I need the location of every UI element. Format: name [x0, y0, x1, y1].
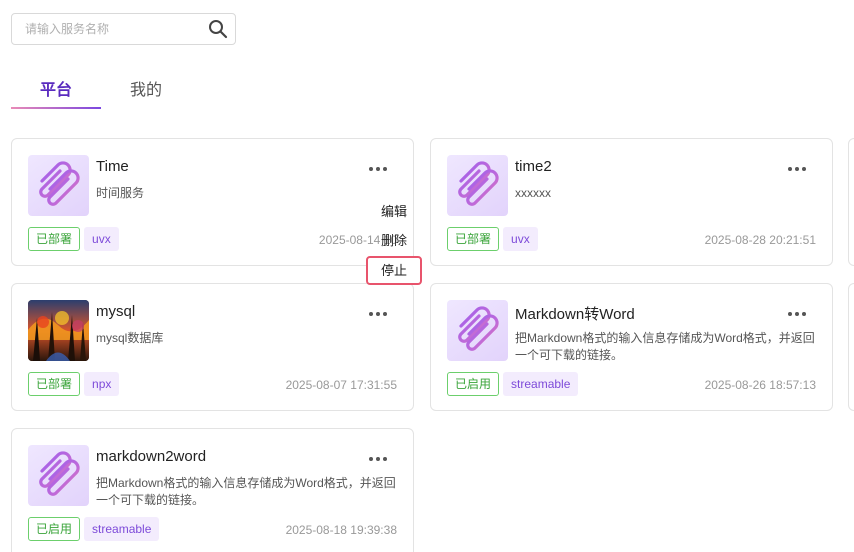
- service-card[interactable]: mysql mysql数据库 已部署 npx 2025-08-07 17:31:…: [11, 283, 414, 411]
- service-description: xxxxxx: [515, 186, 551, 200]
- service-title: Markdown转Word: [515, 306, 635, 323]
- forest-image-icon: [28, 300, 89, 361]
- badge-row: 已部署 uvx: [447, 227, 538, 251]
- badge-row: 已启用 streamable: [28, 517, 160, 541]
- more-options-icon[interactable]: [369, 309, 389, 319]
- status-badge: 已启用: [447, 372, 500, 396]
- type-badge: uvx: [84, 227, 119, 251]
- service-description: 时间服务: [96, 186, 145, 200]
- service-title: markdown2word: [96, 448, 207, 465]
- service-date: 2025-08-18 19:39:38: [285, 523, 397, 537]
- paperclip-icon: [39, 161, 80, 206]
- service-logo: [447, 300, 508, 361]
- service-card[interactable]: time2 xxxxxx 已部署 uvx 2025-08-28 20:21:51: [430, 138, 833, 266]
- active-tab-indicator: [11, 107, 101, 109]
- service-title: mysql: [96, 303, 136, 320]
- search-input[interactable]: [12, 14, 202, 44]
- service-title: Time: [96, 158, 129, 175]
- service-date: 2025-08-28 20:21:51: [704, 233, 816, 247]
- service-list-page: 平台 我的 Time 时间服务 已部署 uvx 2025-08-14 10: [0, 0, 854, 552]
- tab-mine[interactable]: 我的: [130, 76, 162, 100]
- paperclip-icon: [458, 161, 499, 206]
- more-options-icon[interactable]: [369, 454, 389, 464]
- badge-row: 已部署 uvx: [28, 227, 119, 251]
- service-logo-image: [28, 300, 89, 361]
- service-description: mysql数据库: [96, 331, 164, 345]
- status-badge: 已启用: [28, 517, 81, 541]
- service-logo: [28, 155, 89, 216]
- search-box: [11, 13, 236, 45]
- service-card[interactable]: markdown2word 把Markdown格式的输入信息存储成为Word格式…: [11, 428, 414, 552]
- paperclip-icon: [39, 451, 80, 496]
- service-logo: [28, 445, 89, 506]
- status-badge: 已部署: [28, 372, 81, 396]
- type-badge: uvx: [503, 227, 538, 251]
- paperclip-icon: [458, 306, 499, 351]
- type-badge: streamable: [503, 372, 579, 396]
- status-badge: 已部署: [28, 227, 81, 251]
- more-options-icon[interactable]: [369, 164, 389, 174]
- service-card[interactable]: Markdown转Word 把Markdown格式的输入信息存储成为Word格式…: [430, 283, 833, 411]
- tab-platform[interactable]: 平台: [40, 76, 72, 100]
- search-icon[interactable]: [208, 19, 228, 39]
- menu-item-edit[interactable]: 编辑: [366, 197, 422, 226]
- menu-item-delete[interactable]: 删除: [366, 226, 422, 255]
- service-logo: [447, 155, 508, 216]
- status-badge: 已部署: [447, 227, 500, 251]
- menu-item-stop[interactable]: 停止: [366, 256, 422, 285]
- service-description: 把Markdown格式的输入信息存储成为Word格式，并返回一个可下载的链接。: [515, 331, 815, 362]
- type-badge: npx: [84, 372, 120, 396]
- tab-bar: 平台 我的: [11, 66, 211, 110]
- service-date: 2025-08-07 17:31:55: [285, 378, 397, 392]
- badge-row: 已启用 streamable: [447, 372, 579, 396]
- service-title: time2: [515, 158, 552, 175]
- badge-row: 已部署 npx: [28, 372, 120, 396]
- type-badge: streamable: [84, 517, 160, 541]
- service-card[interactable]: Time 时间服务 已部署 uvx 2025-08-14 10: [11, 138, 414, 266]
- more-options-icon[interactable]: [788, 309, 808, 319]
- service-card-partial[interactable]: [848, 283, 854, 411]
- service-description: 把Markdown格式的输入信息存储成为Word格式，并返回一个可下载的链接。: [96, 476, 396, 507]
- service-card-partial[interactable]: [848, 138, 854, 266]
- more-options-icon[interactable]: [788, 164, 808, 174]
- service-date: 2025-08-26 18:57:13: [704, 378, 816, 392]
